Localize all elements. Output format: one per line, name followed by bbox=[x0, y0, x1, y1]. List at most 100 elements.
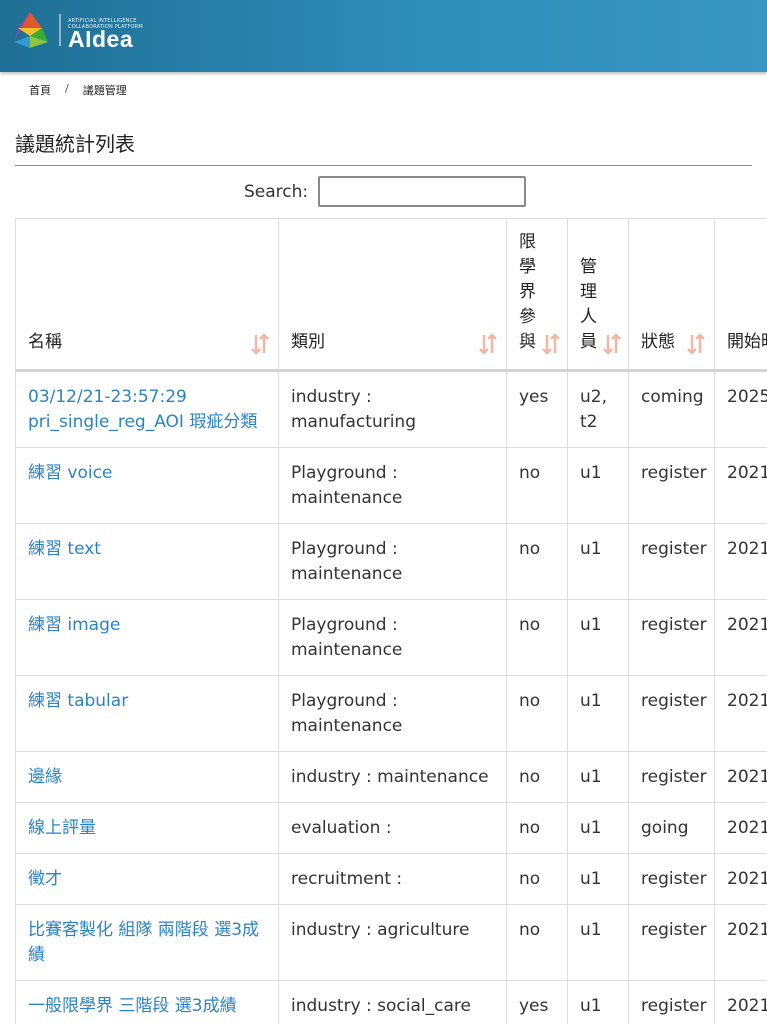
column-header-label: 限學界參與 bbox=[519, 232, 536, 352]
search-label: Search: bbox=[244, 181, 309, 202]
column-header-admins[interactable]: 管理人員 bbox=[567, 218, 629, 372]
column-header-label: 名稱 bbox=[28, 332, 62, 352]
issue-status: register bbox=[628, 853, 715, 905]
top-header: ARTIFICIAL INTELLIGENCE COLLABORATION PL… bbox=[0, 0, 767, 72]
issue-name-link[interactable]: 練習 tabular bbox=[28, 691, 128, 711]
issue-category: Playground : maintenance bbox=[278, 447, 507, 524]
issue-category: recruitment : bbox=[278, 853, 507, 905]
sort-icon[interactable] bbox=[250, 333, 270, 355]
issue-start-time: 2021 bbox=[714, 751, 767, 803]
issue-academic-only: no bbox=[506, 523, 568, 600]
table-row: 邊緣 industry : maintenance no u1 register… bbox=[15, 751, 767, 803]
breadcrumb-current: 議題管理 bbox=[82, 84, 127, 97]
column-header-label: 類別 bbox=[291, 332, 325, 352]
issue-category: Playground : maintenance bbox=[278, 599, 507, 676]
table-row: 練習 image Playground : maintenance no u1 … bbox=[15, 599, 767, 676]
issue-status: register bbox=[628, 675, 715, 752]
issue-status: register bbox=[628, 599, 715, 676]
table-header-row: 名稱 類別 限學界參與 管理人員 狀態 開始 bbox=[15, 218, 767, 372]
sort-icon[interactable] bbox=[602, 333, 622, 355]
issue-start-time: 2021 bbox=[714, 904, 767, 981]
column-header-category[interactable]: 類別 bbox=[278, 218, 507, 372]
issue-start-time: 2025 bbox=[714, 370, 767, 448]
issue-start-time: 2021 bbox=[714, 675, 767, 752]
issue-status: coming bbox=[628, 370, 715, 448]
issue-category: industry : maintenance bbox=[278, 751, 507, 803]
table-row: 03/12/21-23:57:29 pri_single_reg_AOI 瑕疵分… bbox=[15, 370, 767, 448]
issue-name-link[interactable]: 徵才 bbox=[28, 869, 62, 889]
issue-name-link[interactable]: 比賽客製化 組隊 兩階段 選3成績 bbox=[28, 920, 259, 965]
column-header-status[interactable]: 狀態 bbox=[628, 218, 715, 372]
issue-category: Playground : maintenance bbox=[278, 523, 507, 600]
issue-admins: u1 bbox=[567, 599, 629, 676]
table-row: 徵才 recruitment : no u1 register 2021 bbox=[15, 853, 767, 905]
issue-admins: u1 bbox=[567, 853, 629, 905]
sort-icon[interactable] bbox=[478, 333, 498, 355]
issue-admins: u1 bbox=[567, 523, 629, 600]
issue-start-time: 2021 bbox=[714, 853, 767, 905]
search-input[interactable] bbox=[318, 176, 527, 207]
issue-status: going bbox=[628, 802, 715, 854]
issue-start-time: 2021 bbox=[714, 802, 767, 854]
title-divider bbox=[15, 165, 752, 166]
issue-status: register bbox=[628, 980, 715, 1024]
issue-start-time: 2021 bbox=[714, 980, 767, 1024]
column-header-name[interactable]: 名稱 bbox=[15, 218, 279, 372]
issue-start-time: 2021 bbox=[714, 599, 767, 676]
issue-status: register bbox=[628, 523, 715, 600]
issue-name-link[interactable]: 一般限學界 三階段 選3成績 bbox=[28, 996, 237, 1016]
table-row: 一般限學界 三階段 選3成績 industry : social_care ye… bbox=[15, 980, 767, 1024]
column-header-academic-only[interactable]: 限學界參與 bbox=[506, 218, 568, 372]
logo-text: AIdea bbox=[68, 26, 134, 52]
issues-table-container: 名稱 類別 限學界參與 管理人員 狀態 開始 03/12/21-23:57:29… bbox=[15, 218, 767, 1024]
issue-category: industry : agriculture bbox=[278, 904, 507, 981]
issue-status: register bbox=[628, 751, 715, 803]
issue-academic-only: no bbox=[506, 599, 568, 676]
issue-academic-only: no bbox=[506, 802, 568, 854]
issue-academic-only: yes bbox=[506, 370, 568, 448]
issue-admins: u1 bbox=[567, 980, 629, 1024]
issue-name-link[interactable]: 邊緣 bbox=[28, 767, 62, 787]
column-header-label: 管理人員 bbox=[580, 257, 597, 352]
issue-academic-only: no bbox=[506, 904, 568, 981]
table-row: 線上評量 evaluation : no u1 going 2021 bbox=[15, 802, 767, 854]
issue-name-link[interactable]: 線上評量 bbox=[28, 818, 96, 838]
issue-admins: u1 bbox=[567, 447, 629, 524]
issue-name-link[interactable]: 03/12/21-23:57:29 pri_single_reg_AOI 瑕疵分… bbox=[28, 387, 257, 432]
column-header-start-time[interactable]: 開始時 bbox=[714, 218, 767, 372]
table-row: 練習 voice Playground : maintenance no u1 … bbox=[15, 447, 767, 524]
table-row: 練習 tabular Playground : maintenance no u… bbox=[15, 675, 767, 752]
table-row: 練習 text Playground : maintenance no u1 r… bbox=[15, 523, 767, 600]
issue-admins: u1 bbox=[567, 904, 629, 981]
page-title: 議題統計列表 bbox=[15, 132, 135, 156]
aidea-logo[interactable]: ARTIFICIAL INTELLIGENCE COLLABORATION PL… bbox=[12, 12, 143, 52]
issue-academic-only: no bbox=[506, 675, 568, 752]
issue-academic-only: no bbox=[506, 447, 568, 524]
issue-admins: u1 bbox=[567, 675, 629, 752]
sort-icon[interactable] bbox=[686, 333, 706, 355]
issue-admins: u1 bbox=[567, 802, 629, 854]
column-header-label: 開始時 bbox=[727, 332, 767, 352]
issue-name-link[interactable]: 練習 image bbox=[28, 615, 120, 635]
issue-category: evaluation : bbox=[278, 802, 507, 854]
issue-category: Playground : maintenance bbox=[278, 675, 507, 752]
breadcrumb-separator: / bbox=[65, 82, 69, 95]
issue-academic-only: yes bbox=[506, 980, 568, 1024]
breadcrumb-home-link[interactable]: 首頁 bbox=[29, 82, 51, 98]
issue-status: register bbox=[628, 447, 715, 524]
sort-icon[interactable] bbox=[541, 333, 561, 355]
issue-start-time: 2021 bbox=[714, 523, 767, 600]
issue-academic-only: no bbox=[506, 853, 568, 905]
breadcrumb: 首頁 / 議題管理 bbox=[29, 82, 127, 98]
issue-category: industry : social_care bbox=[278, 980, 507, 1024]
issues-table: 名稱 類別 限學界參與 管理人員 狀態 開始 03/12/21-23:57:29… bbox=[15, 218, 767, 1024]
issue-category: industry : manufacturing bbox=[278, 370, 507, 448]
issue-name-link[interactable]: 練習 voice bbox=[28, 463, 112, 483]
issue-status: register bbox=[628, 904, 715, 981]
issue-admins: u2, t2 bbox=[567, 370, 629, 448]
issue-academic-only: no bbox=[506, 751, 568, 803]
search-bar: Search: bbox=[244, 176, 527, 207]
issue-start-time: 2021 bbox=[714, 447, 767, 524]
issue-name-link[interactable]: 練習 text bbox=[28, 539, 101, 559]
issue-admins: u1 bbox=[567, 751, 629, 803]
